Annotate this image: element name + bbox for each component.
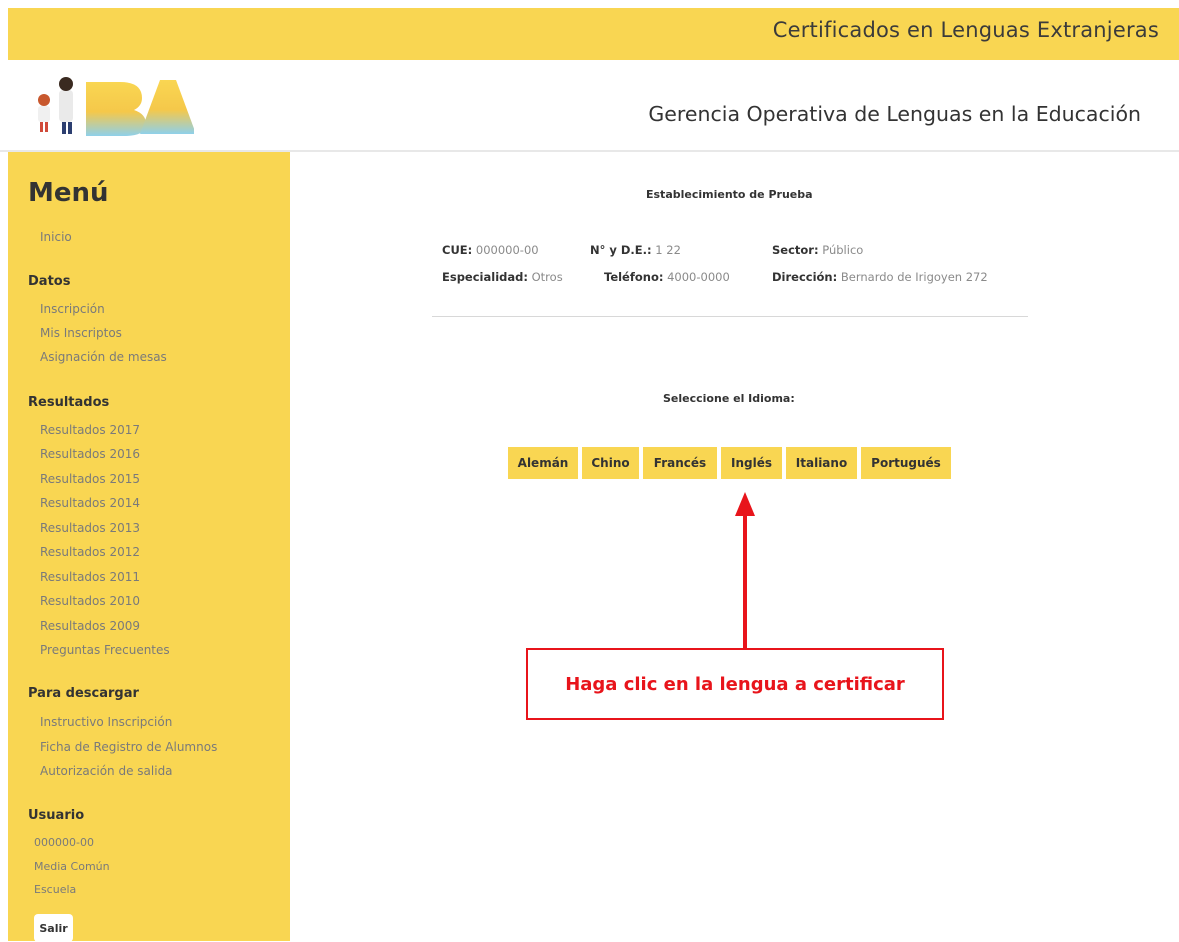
sidebar-item-resultados-2016[interactable]: Resultados 2016 (40, 447, 140, 461)
sector-label: Sector: (772, 243, 819, 257)
sidebar-item-autorizacion-salida[interactable]: Autorización de salida (40, 764, 173, 778)
top-banner: Certificados en Lenguas Extranjeras (8, 8, 1179, 60)
language-button-ingles[interactable]: Inglés (721, 447, 782, 479)
sidebar-item-resultados-2014[interactable]: Resultados 2014 (40, 496, 140, 510)
sidebar-item-mis-inscriptos[interactable]: Mis Inscriptos (40, 326, 122, 340)
telefono-value: 4000-0000 (667, 270, 730, 284)
sidebar-item-resultados-2009[interactable]: Resultados 2009 (40, 619, 140, 633)
sector-value: Público (822, 243, 864, 257)
sidebar-heading-resultados: Resultados (28, 395, 110, 410)
header: Gerencia Operativa de Lenguas en la Educ… (0, 60, 1179, 152)
banner-title: Certificados en Lenguas Extranjeras (772, 18, 1159, 42)
sidebar-item-resultados-2011[interactable]: Resultados 2011 (40, 570, 140, 584)
sidebar-item-resultados-2012[interactable]: Resultados 2012 (40, 545, 140, 559)
user-level: Media Común (34, 860, 110, 873)
sidebar-item-resultados-2010[interactable]: Resultados 2010 (40, 594, 140, 608)
sidebar-item-inscripcion[interactable]: Inscripción (40, 302, 105, 316)
header-subtitle: Gerencia Operativa de Lenguas en la Educ… (648, 102, 1141, 126)
cue-value: 000000-00 (475, 243, 539, 257)
direccion-value: Bernardo de Irigoyen 272 (840, 270, 988, 284)
sidebar-item-instructivo[interactable]: Instructivo Inscripción (40, 715, 172, 729)
cue-label: CUE: (442, 243, 473, 257)
cue-info: CUE: 000000-00 (442, 243, 539, 257)
telefono-label: Teléfono: (604, 270, 664, 284)
especialidad-value: Otros (531, 270, 563, 284)
annotation-arrow (735, 492, 755, 650)
language-button-portugues[interactable]: Portugués (861, 447, 951, 479)
language-select-label: Seleccione el Idioma: (663, 392, 795, 405)
sidebar-heading-usuario: Usuario (28, 808, 85, 823)
sidebar-heading-descargar: Para descargar (28, 686, 139, 701)
language-button-chino[interactable]: Chino (582, 447, 639, 479)
logout-button[interactable]: Salir (34, 914, 73, 942)
nde-label: N° y D.E.: (590, 243, 652, 257)
sidebar-item-resultados-2013[interactable]: Resultados 2013 (40, 521, 140, 535)
especialidad-label: Especialidad: (442, 270, 528, 284)
annotation-callout: Haga clic en la lengua a certificar (526, 648, 944, 720)
sidebar-item-ficha-registro[interactable]: Ficha de Registro de Alumnos (40, 740, 217, 754)
user-cue: 000000-00 (34, 836, 94, 849)
especialidad-info: Especialidad: Otros (442, 270, 563, 284)
sidebar-item-inicio[interactable]: Inicio (40, 230, 72, 244)
direccion-info: Dirección: Bernardo de Irigoyen 272 (772, 270, 988, 284)
direccion-label: Dirección: (772, 270, 838, 284)
school-name: Establecimiento de Prueba (646, 188, 813, 201)
sector-info: Sector: Público (772, 243, 863, 257)
sidebar-heading-datos: Datos (28, 274, 71, 289)
language-button-aleman[interactable]: Alemán (508, 447, 578, 479)
sidebar: Menú Inicio Datos Inscripción Mis Inscri… (8, 152, 290, 942)
divider (432, 316, 1028, 317)
nde-info: N° y D.E.: 1 22 (590, 243, 681, 257)
user-type: Escuela (34, 883, 77, 896)
sidebar-item-resultados-2015[interactable]: Resultados 2015 (40, 472, 140, 486)
telefono-info: Teléfono: 4000-0000 (604, 270, 730, 284)
language-button-frances[interactable]: Francés (643, 447, 717, 479)
menu-title: Menú (28, 178, 109, 208)
sidebar-item-resultados-2017[interactable]: Resultados 2017 (40, 423, 140, 437)
ba-logo[interactable] (24, 72, 194, 136)
sidebar-item-preguntas-frecuentes[interactable]: Preguntas Frecuentes (40, 643, 170, 657)
nde-value: 1 22 (655, 243, 681, 257)
sidebar-item-asignacion-mesas[interactable]: Asignación de mesas (40, 350, 167, 364)
language-button-italiano[interactable]: Italiano (786, 447, 857, 479)
